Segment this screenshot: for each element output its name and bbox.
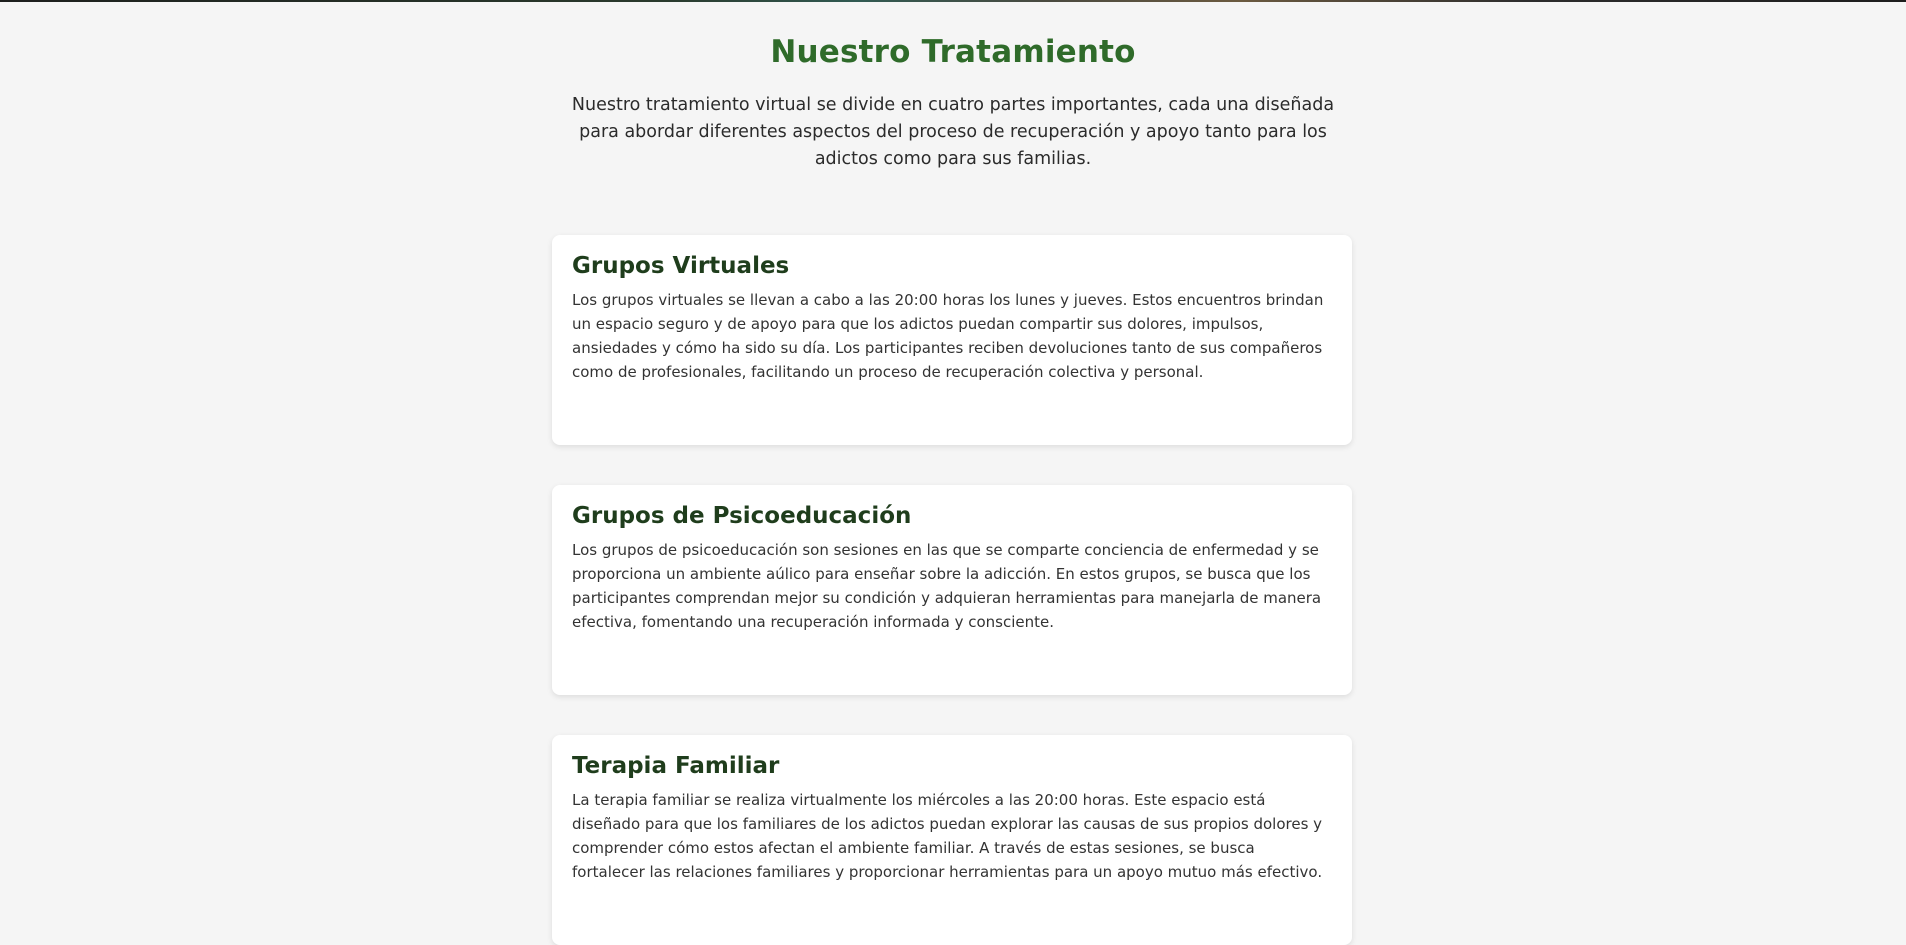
section-title: Nuestro Tratamiento — [770, 34, 1136, 70]
treatment-card-psicoeducacion: Grupos de Psicoeducación Los grupos de p… — [552, 485, 1352, 695]
card-title: Terapia Familiar — [572, 753, 780, 779]
card-title: Grupos Virtuales — [572, 253, 790, 279]
card-description: Los grupos virtuales se llevan a cabo a … — [572, 291, 1324, 381]
treatment-card-terapia-familiar: Terapia Familiar La terapia familiar se … — [552, 735, 1352, 945]
card-description: La terapia familiar se realiza virtualme… — [572, 791, 1323, 881]
section-intro: Nuestro tratamiento virtual se divide en… — [571, 95, 1335, 169]
treatment-card-grupos-virtuales: Grupos Virtuales Los grupos virtuales se… — [552, 235, 1352, 445]
hero-image-bottom-edge — [0, 0, 1906, 2]
card-title: Grupos de Psicoeducación — [572, 503, 912, 529]
card-description: Los grupos de psicoeducación son sesione… — [572, 541, 1322, 631]
